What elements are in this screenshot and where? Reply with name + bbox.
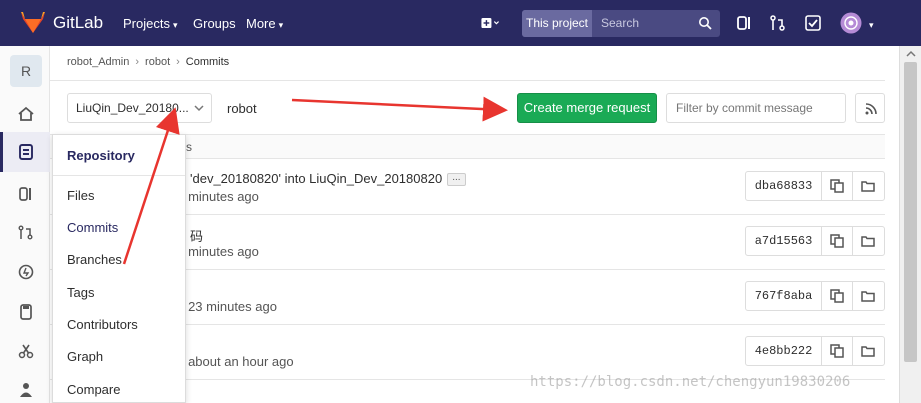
copy-icon: [830, 234, 844, 248]
copy-sha-button[interactable]: [822, 337, 853, 365]
rss-icon: [865, 103, 877, 115]
copy-icon: [830, 344, 844, 358]
gitlab-logo-icon[interactable]: [20, 10, 46, 34]
issues-icon[interactable]: [17, 185, 35, 203]
commit-title-wrap: 'dev_20180820' into LiuQin_Dev_20180820.…: [190, 171, 466, 187]
top-navbar: GitLab Projects ▾ Groups More ▾ This proje…: [0, 0, 921, 46]
plus-icon[interactable]: [480, 13, 500, 33]
commit-sha-button[interactable]: 4e8bb222: [746, 337, 822, 365]
project-sidebar: R: [0, 46, 50, 403]
scroll-up-arrow-icon[interactable]: [905, 50, 917, 58]
chevron-down-icon: ▾: [172, 20, 178, 30]
branch-selector[interactable]: LiuQin_Dev_20180...: [67, 93, 212, 123]
commit-title[interactable]: 码: [190, 226, 203, 245]
commit-sha-group: a7d15563: [745, 226, 885, 256]
chevron-right-icon: ›: [135, 56, 140, 68]
nav-projects-label: Projects: [123, 16, 170, 31]
chevron-right-icon: ›: [176, 56, 180, 68]
flyout-item-commits[interactable]: Commits: [67, 220, 118, 235]
breadcrumb-item-group[interactable]: robot_Admin: [67, 56, 129, 68]
home-icon[interactable]: [17, 105, 35, 123]
commit-title[interactable]: 'dev_20180820' into LiuQin_Dev_20180820: [190, 171, 442, 186]
flyout-item-contributors[interactable]: Contributors: [67, 317, 138, 332]
flyout-item-files[interactable]: Files: [67, 188, 94, 203]
snippets-icon[interactable]: [17, 342, 35, 360]
nav-groups[interactable]: Groups: [193, 16, 236, 31]
branch-selector-label: LiuQin_Dev_20180...: [76, 101, 189, 115]
breadcrumb-item-project[interactable]: robot: [145, 56, 170, 68]
search-box[interactable]: This project Search: [522, 10, 720, 37]
members-icon[interactable]: [17, 380, 35, 398]
commit-sha-button[interactable]: a7d15563: [746, 227, 822, 255]
merge-request-icon[interactable]: [768, 13, 788, 33]
flyout-item-compare[interactable]: Compare: [67, 382, 120, 397]
search-input[interactable]: Search: [601, 10, 639, 37]
copy-icon: [830, 289, 844, 303]
folder-icon: [861, 291, 875, 302]
search-icon[interactable]: [698, 16, 712, 30]
nav-more-label: More: [246, 16, 276, 31]
copy-sha-button[interactable]: [822, 282, 853, 310]
expand-message-button[interactable]: ...: [447, 173, 466, 187]
breadcrumb: robot_Admin › robot › Commits: [67, 56, 229, 68]
commit-sha-group: 4e8bb222: [745, 336, 885, 366]
create-merge-request-button[interactable]: Create merge request: [517, 93, 657, 123]
folder-icon: [861, 236, 875, 247]
watermark-text: https://blog.csdn.net/chengyun19830206: [530, 374, 851, 390]
commit-meta: ed 23 minutes ago: [170, 299, 277, 314]
chevron-down-icon: [194, 105, 204, 112]
search-scope[interactable]: This project: [522, 10, 592, 37]
breadcrumb-item-current[interactable]: Commits: [186, 56, 229, 68]
copy-sha-button[interactable]: [822, 172, 853, 200]
commit-sha-button[interactable]: 767f8aba: [746, 282, 822, 310]
nav-projects[interactable]: Projects ▾: [123, 16, 178, 31]
browse-files-button[interactable]: [853, 172, 884, 200]
flyout-heading[interactable]: Repository: [67, 148, 135, 163]
flyout-item-graph[interactable]: Graph: [67, 349, 103, 364]
filter-commit-input[interactable]: Filter by commit message: [666, 93, 846, 123]
nav-more[interactable]: More ▾: [246, 16, 283, 31]
repo-path-label[interactable]: robot: [227, 101, 257, 116]
merge-requests-icon[interactable]: [17, 224, 35, 242]
repository-icon[interactable]: [17, 143, 35, 161]
chevron-down-icon: ▾: [278, 20, 284, 30]
commit-sha-button[interactable]: dba68833: [746, 172, 822, 200]
copy-icon: [830, 179, 844, 193]
annotation-arrow-to-merge: [291, 96, 508, 122]
breadcrumb-divider: [50, 80, 885, 81]
scrollbar-thumb[interactable]: [904, 62, 917, 362]
flyout-item-branches[interactable]: Branches: [67, 252, 122, 267]
flyout-divider: [53, 175, 185, 176]
user-avatar-icon[interactable]: [840, 12, 862, 34]
browse-files-button[interactable]: [853, 337, 884, 365]
chevron-down-icon[interactable]: ▾: [866, 16, 874, 31]
todo-icon[interactable]: [803, 13, 823, 33]
issues-icon[interactable]: [734, 13, 754, 33]
wiki-icon[interactable]: [17, 303, 35, 321]
browse-files-button[interactable]: [853, 282, 884, 310]
folder-icon: [861, 346, 875, 357]
repository-flyout-menu: Repository Files Commits Branches Tags C…: [52, 134, 186, 403]
folder-icon: [861, 181, 875, 192]
commit-meta: ed about an hour ago: [170, 354, 294, 369]
page-scrollbar[interactable]: [899, 46, 921, 403]
browse-files-button[interactable]: [853, 227, 884, 255]
rss-button[interactable]: [855, 93, 885, 123]
nav-brand[interactable]: GitLab: [53, 13, 103, 33]
ci-cd-icon[interactable]: [17, 263, 35, 281]
commit-sha-group: 767f8aba: [745, 281, 885, 311]
project-avatar[interactable]: R: [10, 55, 42, 87]
copy-sha-button[interactable]: [822, 227, 853, 255]
nav-groups-label: Groups: [193, 16, 236, 31]
flyout-item-tags[interactable]: Tags: [67, 285, 94, 300]
commit-sha-group: dba68833: [745, 171, 885, 201]
